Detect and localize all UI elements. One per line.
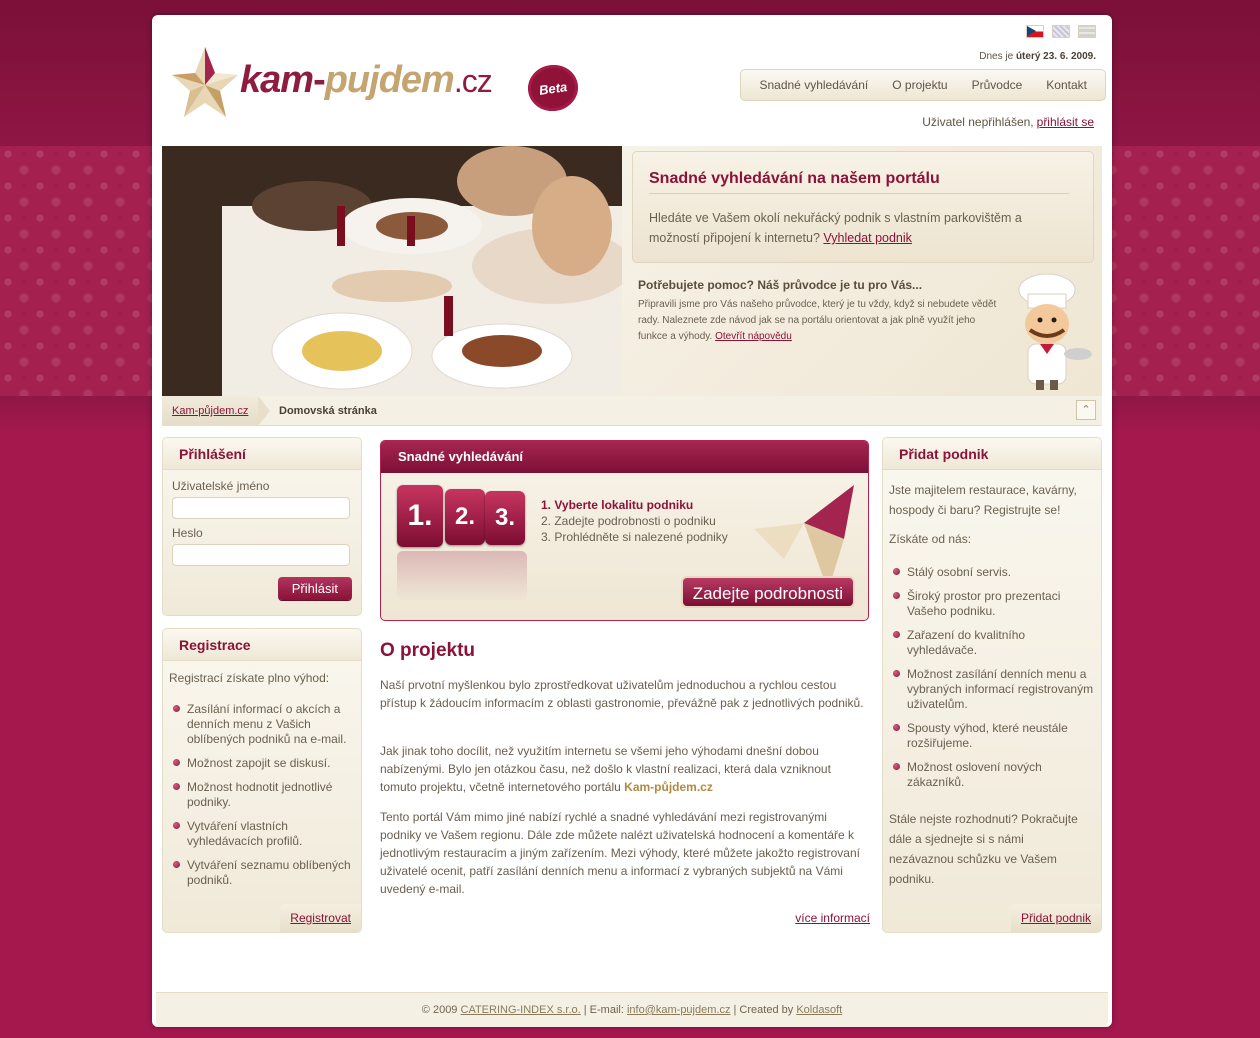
dining-illustration bbox=[162, 146, 622, 396]
login-box: Přihlášení Uživatelské jméno Heslo Přihl… bbox=[162, 437, 362, 616]
language-switcher bbox=[1026, 25, 1096, 38]
breadcrumb: Kam-půjdem.cz Domovská stránka ⌃ bbox=[162, 396, 1102, 426]
password-input[interactable] bbox=[172, 544, 350, 566]
password-label: Heslo bbox=[172, 526, 203, 540]
hero-text: Hledáte ve Vašem okolí nekuřácký podnik … bbox=[649, 211, 1022, 245]
step-card: 1. bbox=[397, 485, 443, 547]
search-step-2: 2. Zadejte podrobnosti o podniku bbox=[541, 514, 716, 528]
add-business-title: Přidat podnik bbox=[883, 438, 1101, 470]
nav-contact[interactable]: Kontakt bbox=[1034, 78, 1099, 92]
about-paragraph-3: Tento portál Vám mimo jiné nabízí rychlé… bbox=[380, 810, 860, 896]
step-card: 2. bbox=[445, 489, 485, 545]
list-item: Vytváření vlastních vyhledávacích profil… bbox=[169, 819, 355, 849]
brand-name: Kam-půjdem.cz bbox=[624, 780, 713, 794]
search-steps: 1. Vyberte lokalitu podniku 2. Zadejte p… bbox=[541, 497, 728, 545]
chef-mascot-icon bbox=[1018, 273, 1092, 390]
company-link[interactable]: CATERING-INDEX s.r.o. bbox=[461, 1004, 581, 1016]
email-link[interactable]: info@kam-pujdem.cz bbox=[627, 1004, 730, 1016]
registration-intro: Registrací získate plno výhod: bbox=[169, 671, 330, 685]
open-help-link[interactable]: Otevřít nápovědu bbox=[715, 331, 792, 342]
restaurant-photo bbox=[162, 146, 622, 396]
add-business-link-wrap: Přidat podnik bbox=[1010, 904, 1101, 932]
add-business-intro: Jste majitelem restaurace, kavárny, hosp… bbox=[889, 483, 1077, 517]
search-step-1: 1. Vyberte lokalitu podniku bbox=[541, 498, 694, 512]
login-title: Přihlášení bbox=[163, 438, 361, 470]
registration-benefits: Zasílání informací o akcích a denních me… bbox=[163, 702, 361, 888]
breadcrumb-home-link[interactable]: Kam-půjdem.cz bbox=[172, 405, 248, 417]
logo-wordmark: kam-pujdem.cz bbox=[240, 59, 493, 101]
registration-title: Registrace bbox=[163, 629, 361, 661]
list-item: Zasílání informací o akcích a denních me… bbox=[169, 702, 355, 747]
en-flag-icon[interactable] bbox=[1052, 25, 1070, 38]
more-info-link[interactable]: více informací bbox=[795, 911, 870, 925]
creator-link[interactable]: Koldasoft bbox=[796, 1004, 842, 1016]
easy-search-title: Snadné vyhledávání bbox=[381, 441, 868, 473]
easy-search-box: Snadné vyhledávání 1. 2. 3. 1. Vyberte l… bbox=[380, 440, 869, 621]
list-item: Možnost hodnotit jednotlivé podniky. bbox=[169, 780, 355, 810]
steps-graphic-icon: 1. 2. 3. bbox=[397, 485, 529, 613]
steps-reflection bbox=[397, 551, 527, 601]
find-business-link[interactable]: Vyhledat podnik bbox=[823, 231, 912, 245]
username-input[interactable] bbox=[172, 497, 350, 519]
nav-search[interactable]: Snadné vyhledávání bbox=[747, 78, 880, 92]
add-business-subtitle: Získáte od nás: bbox=[889, 532, 972, 546]
add-business-link[interactable]: Přidat podnik bbox=[1021, 911, 1091, 925]
login-button[interactable]: Přihlásit bbox=[277, 577, 352, 600]
login-link[interactable]: přihlásit se bbox=[1037, 115, 1094, 129]
star-logo-icon bbox=[172, 47, 238, 117]
list-item: Možnost zasílání denních menu a vybranýc… bbox=[889, 667, 1097, 712]
about-paragraph-1: Naší prvotní myšlenkou bylo zprostředkov… bbox=[380, 678, 864, 710]
list-item: Možnost zapojit se diskusí. bbox=[169, 756, 355, 771]
list-item: Široký prostor pro prezentaci Vašeho pod… bbox=[889, 589, 1097, 619]
breadcrumb-current: Domovská stránka bbox=[279, 405, 377, 417]
add-business-box: Přidat podnik Jste majitelem restaurace,… bbox=[882, 437, 1102, 933]
breadcrumb-home: Kam-půjdem.cz bbox=[162, 396, 271, 426]
register-link[interactable]: Registrovat bbox=[290, 911, 351, 925]
list-item: Stálý osobní servis. bbox=[889, 565, 1097, 580]
list-item: Spousty výhod, které neustále rozšiřujem… bbox=[889, 721, 1097, 751]
add-business-outro: Stále nejste rozhodnuti? Pokračujte dále… bbox=[889, 812, 1078, 886]
add-business-benefits: Stálý osobní servis. Široký prostor pro … bbox=[883, 565, 1101, 790]
footer: © 2009 CATERING-INDEX s.r.o. | E-mail: i… bbox=[156, 992, 1108, 1027]
registration-box: Registrace Registrací získate plno výhod… bbox=[162, 628, 362, 933]
nav-guide[interactable]: Průvodce bbox=[960, 78, 1035, 92]
beta-badge: Beta bbox=[525, 61, 581, 115]
scroll-top-icon[interactable]: ⌃ bbox=[1076, 400, 1096, 420]
nav-about[interactable]: O projektu bbox=[880, 78, 959, 92]
de-flag-icon[interactable] bbox=[1078, 25, 1096, 38]
list-item: Možnost oslovení nových zákazníků. bbox=[889, 760, 1097, 790]
about-title: O projektu bbox=[380, 640, 476, 661]
username-label: Uživatelské jméno bbox=[172, 479, 270, 493]
hero-title: Snadné vyhledávání na našem portálu bbox=[649, 170, 940, 187]
hero-banner: Snadné vyhledávání na našem portálu Hled… bbox=[162, 146, 1102, 396]
list-item: Zařazení do kvalitního vyhledávače. bbox=[889, 628, 1097, 658]
help-title: Potřebujete pomoc? Náš průvodce je tu pr… bbox=[638, 278, 923, 292]
user-status: Uživatel nepřihlášen, přihlásit se bbox=[922, 115, 1094, 129]
site-logo[interactable]: kam-pujdem.cz Beta bbox=[170, 45, 581, 125]
cz-flag-icon[interactable] bbox=[1026, 25, 1044, 38]
current-date: Dnes je úterý 23. 6. 2009. bbox=[979, 51, 1096, 62]
about-paragraph-2: Jak jinak toho docílit, než využitím int… bbox=[380, 744, 831, 794]
enter-details-button[interactable]: Zadejte podrobnosti bbox=[680, 576, 855, 608]
hero-info-panel: Snadné vyhledávání na našem portálu Hled… bbox=[622, 146, 1102, 396]
register-link-wrap: Registrovat bbox=[280, 904, 361, 932]
divider bbox=[649, 193, 1069, 194]
search-step-3: 3. Prohlédněte si nalezené podniky bbox=[541, 530, 728, 544]
search-promo-box: Snadné vyhledávání na našem portálu Hled… bbox=[632, 151, 1094, 263]
page-container: kam-pujdem.cz Beta Dnes je úterý 23. 6. … bbox=[152, 15, 1112, 1027]
help-text: Připravili jsme pro Vás našeho průvodce,… bbox=[638, 299, 997, 342]
top-navigation: Snadné vyhledávání O projektu Průvodce K… bbox=[740, 69, 1106, 101]
step-card: 3. bbox=[485, 491, 525, 545]
list-item: Vytváření seznamu oblíbených podniků. bbox=[169, 858, 355, 888]
